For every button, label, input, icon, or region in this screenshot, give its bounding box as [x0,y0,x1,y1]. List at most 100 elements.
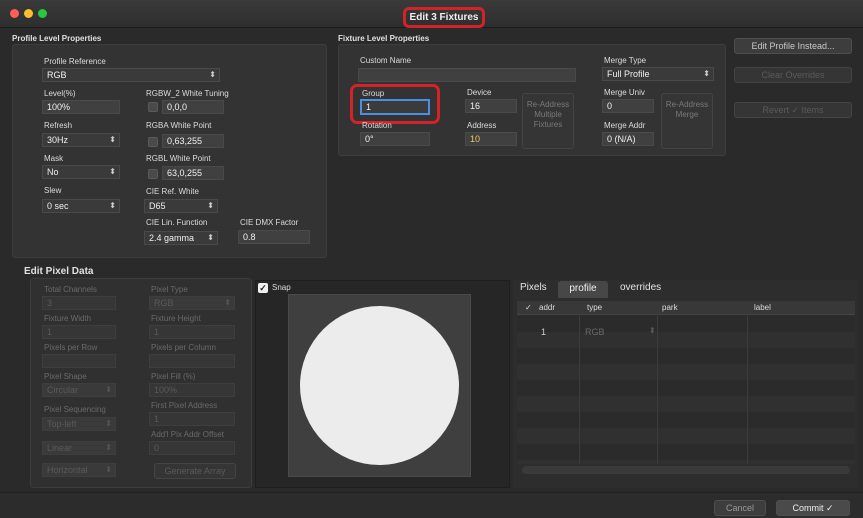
profile-level-section-label: Profile Level Properties [12,34,102,43]
mask-value: No [47,167,59,177]
rgbw2-label: RGBW_2 White Tuning [146,89,229,98]
group-label: Group [362,89,385,98]
fixture-level-section-label: Fixture Level Properties [338,34,430,43]
pixel-type-value: RGB [154,298,174,308]
chevron-updown-icon: ⬍ [703,69,710,78]
close-window-button[interactable] [10,9,19,18]
profile-reference-value: RGB [47,70,67,80]
fixture-width-label: Fixture Width [44,314,92,323]
readdress-merge-button[interactable]: Re-Address Merge [661,93,713,149]
horizontal-scrollbar[interactable] [522,466,850,474]
refresh-select[interactable]: 30Hz ⬍ [42,133,120,147]
chevron-updown-icon: ⬍ [224,298,231,307]
tab-overrides[interactable]: overrides [620,282,661,293]
rgba-color-swatch[interactable] [148,137,158,147]
cie-dmx-factor-field[interactable]: 0.8 [238,230,310,244]
row-type: RGB [585,327,605,337]
pixel-fill-field[interactable]: 100% [149,383,235,397]
pixel-type-label: Pixel Type [151,285,188,294]
slew-label: Slew [44,186,62,195]
column-type-header[interactable]: type [587,303,602,312]
revert-items-button[interactable]: Revert ✓ Items [734,102,852,118]
merge-type-select[interactable]: Full Profile ⬍ [602,67,714,81]
pixel-shape-value: Circular [47,385,79,395]
zoom-window-button[interactable] [38,9,47,18]
merge-univ-field[interactable]: 0 [602,99,654,113]
sequencing-mode-select[interactable]: Linear ⬍ [42,441,116,455]
total-channels-label: Total Channels [44,285,97,294]
cie-lin-function-value: 2.4 gamma [149,233,195,243]
fixture-height-label: Fixture Height [151,314,201,323]
level-field[interactable]: 100% [42,100,120,114]
rotation-field[interactable]: 0° [360,132,430,146]
cie-ref-white-label: CIE Ref. White [146,187,199,196]
first-pixel-address-field[interactable]: 1 [149,412,235,426]
column-addr-header[interactable]: addr [539,303,555,312]
device-label: Device [467,88,492,97]
address-field[interactable]: 10 [465,132,517,146]
cie-ref-white-value: D65 [149,201,166,211]
cie-ref-white-select[interactable]: D65 ⬍ [144,199,218,213]
pixel-sequencing-label: Pixel Sequencing [44,405,106,414]
profile-reference-label: Profile Reference [44,57,106,66]
tab-profile[interactable]: profile [558,281,608,298]
edit-pixel-data-section-label: Edit Pixel Data [24,266,94,277]
fixture-width-field[interactable]: 1 [42,325,116,339]
column-park-header[interactable]: park [662,303,678,312]
rgbl-white-point-label: RGBL White Point [146,154,211,163]
clear-overrides-button[interactable]: Clear Overrides [734,67,852,83]
generate-array-button[interactable]: Generate Array [154,463,236,479]
device-field[interactable]: 16 [465,99,517,113]
pixel-shape-select[interactable]: Circular ⬍ [42,383,116,397]
pixels-per-row-field[interactable] [42,354,116,368]
slew-select[interactable]: 0 sec ⬍ [42,199,120,213]
chevron-updown-icon: ⬍ [105,465,112,474]
table-body: 1 RGB ⬍ [517,316,855,464]
profile-reference-select[interactable]: RGB ⬍ [42,68,220,82]
pixel-fill-label: Pixel Fill (%) [151,372,196,381]
level-label: Level(%) [44,89,76,98]
rgba-white-point-field[interactable]: 0,63,255 [162,134,224,148]
rgbw2-color-swatch[interactable] [148,102,158,112]
cie-lin-function-label: CIE Lin. Function [146,218,208,227]
addtl-pixel-offset-field[interactable]: 0 [149,441,235,455]
refresh-label: Refresh [44,121,73,130]
snap-checkbox[interactable]: ✓ [258,283,268,293]
minimize-window-button[interactable] [24,9,33,18]
pixels-per-row-label: Pixels per Row [44,343,98,352]
mask-select[interactable]: No ⬍ [42,165,120,179]
first-pixel-address-label: First Pixel Address [151,401,218,410]
chevron-updown-icon: ⬍ [649,326,656,335]
group-field[interactable]: 1 [360,99,430,115]
cie-lin-function-select[interactable]: 2.4 gamma ⬍ [144,231,218,245]
custom-name-label: Custom Name [360,56,412,65]
readdress-multiple-fixtures-button[interactable]: Re-Address Multiple Fixtures [522,93,574,149]
cancel-button[interactable]: Cancel [714,500,766,516]
custom-name-field[interactable] [358,68,576,82]
chevron-updown-icon: ⬍ [109,167,116,176]
pixel-sequencing-value: Top-left [47,419,77,429]
total-channels-field[interactable]: 3 [42,296,116,310]
rotation-label: Rotation [362,121,392,130]
merge-addr-field[interactable]: 0 (N/A) [602,132,654,146]
edit-profile-instead-button[interactable]: Edit Profile Instead... [734,38,852,54]
tab-pixels[interactable]: Pixels [520,282,547,293]
pixel-shape-label: Pixel Shape [44,372,87,381]
pixel-sequencing-select[interactable]: Top-left ⬍ [42,417,116,431]
pixels-per-column-field[interactable] [149,354,235,368]
rgbw2-field[interactable]: 0,0,0 [162,100,224,114]
chevron-updown-icon: ⬍ [209,70,216,79]
address-label: Address [467,121,497,130]
chevron-updown-icon: ⬍ [109,135,116,144]
commit-button[interactable]: Commit ✓ [776,500,850,516]
table-row[interactable]: 1 RGB ⬍ [517,324,855,340]
rgbl-color-swatch[interactable] [148,169,158,179]
pixel-type-select[interactable]: RGB ⬍ [149,296,235,310]
merge-type-label: Merge Type [604,56,647,65]
orientation-select[interactable]: Horizontal ⬍ [42,463,116,477]
pixels-per-column-label: Pixels per Column [151,343,216,352]
fixture-height-field[interactable]: 1 [149,325,235,339]
rgbl-white-point-field[interactable]: 63,0,255 [162,166,224,180]
column-check-header[interactable]: ✓ [525,303,532,312]
column-label-header[interactable]: label [754,303,771,312]
